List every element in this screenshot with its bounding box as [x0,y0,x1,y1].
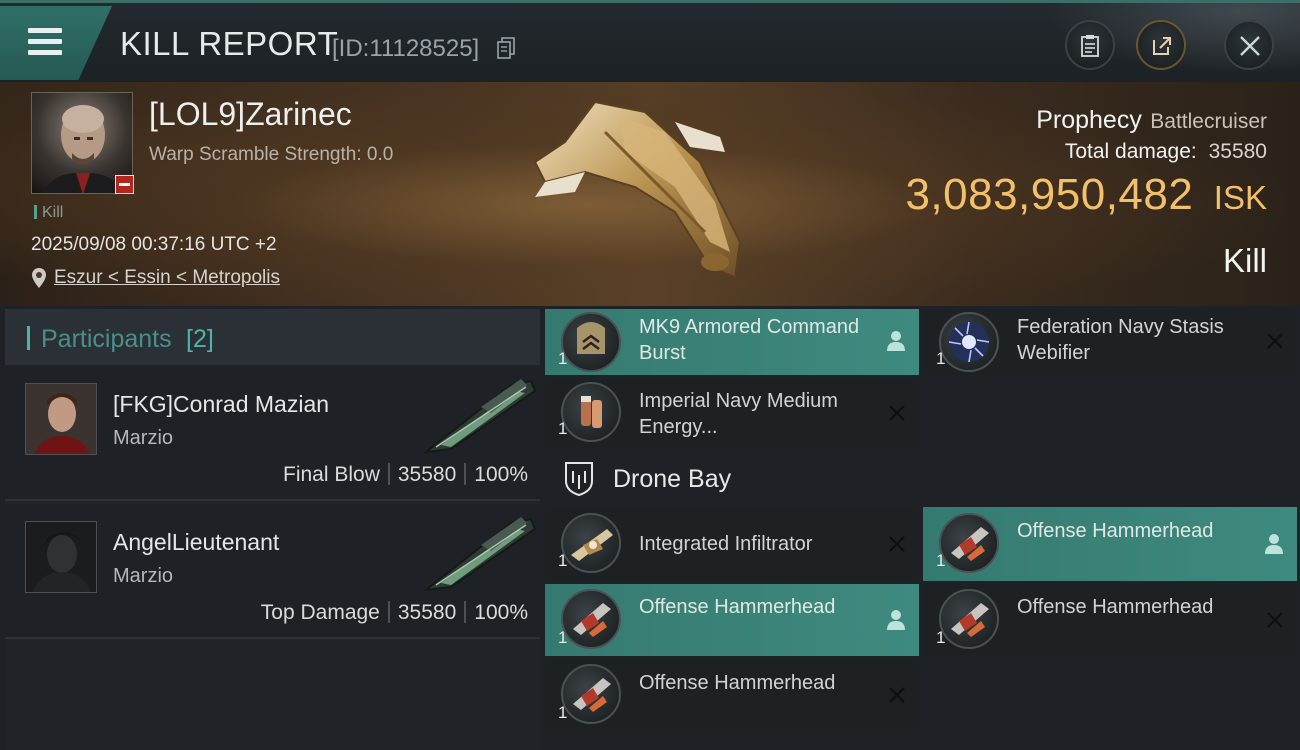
menu-button[interactable] [0,6,112,80]
item-name: Integrated Infiltrator [639,533,813,555]
item-quantity: 1 [936,349,946,368]
total-damage-value: 35580 [1208,140,1267,163]
item-name: Offense Hammerhead [1017,520,1214,542]
participant-role: Top Damage [260,601,380,624]
dropped-person-icon [1265,534,1283,554]
menu-icon [28,28,62,56]
hammerhead-drone-icon [561,664,621,724]
participant-ship-image [422,379,537,454]
participant-damage: 35580 [397,463,457,486]
participant-name[interactable]: AngelLieutenant [113,529,279,556]
hammerhead-drone-icon [939,513,999,573]
item-quantity: 1 [936,551,946,570]
participant-damage: 35580 [397,601,457,624]
drone-tile[interactable]: 1 Offense Hammerhead [923,584,1297,656]
participant-stats: Final Blow 35580 100% [283,463,528,487]
report-id: [ID:11128525] [332,35,480,62]
item-name: Offense Hammerhead [639,596,836,618]
page-title: KILL REPORT [120,25,339,62]
item-quantity: 1 [558,551,568,570]
participant-ship: Marzio [113,427,174,449]
module-tile[interactable]: 1 Federation Navy Stasis Webifier [923,309,1297,375]
clipboard-icon [1081,35,1099,57]
destroyed-x-icon [1267,612,1283,628]
location-pin-icon [32,268,46,288]
share-icon [1153,37,1171,55]
participant-percent: 100% [474,463,528,486]
victim-ship-class: Battlecruiser [1150,110,1267,133]
isk-unit: ISK [1213,179,1267,216]
result-type: Kill [1222,242,1267,279]
total-damage: Total damage: 35580 [1065,140,1267,164]
hostile-badge [115,175,134,194]
destroyed-x-icon [889,536,905,552]
copy-icon[interactable] [497,37,515,59]
command-burst-icon [561,312,621,372]
victim-ship-name[interactable]: Prophecy [1036,106,1142,134]
close-icon [1240,36,1260,56]
infiltrator-drone-icon [561,513,621,573]
drone-tile[interactable]: 1 Offense Hammerhead [923,507,1297,581]
item-quantity: 1 [936,628,946,647]
item-name: Federation Navy Stasis Webifier [1017,316,1224,364]
hammerhead-drone-icon [561,589,621,649]
item-quantity: 1 [558,703,568,722]
victim-ship-line: Prophecy Battlecruiser [1036,106,1267,135]
item-name: Offense Hammerhead [639,672,836,694]
victim-name[interactable]: [LOL9]Zarinec [149,96,352,133]
dropped-person-icon [887,331,905,351]
participant-percent: 100% [474,601,528,624]
warp-scramble-strength: Warp Scramble Strength: 0.0 [149,144,394,165]
isk-value: 3,083,950,482 [905,170,1194,219]
participant-avatar[interactable] [25,383,97,455]
drone-tile[interactable]: 1 Offense Hammerhead [545,659,919,731]
hammerhead-drone-icon [939,589,999,649]
item-quantity: 1 [558,349,568,368]
item-quantity: 1 [558,419,568,438]
participant-avatar[interactable] [25,521,97,593]
stasis-webifier-icon [939,312,999,372]
participants-header: Participants [2] [5,309,540,365]
participants-count: [2] [186,325,214,353]
top-bar: KILL REPORT [ID:11128525] [0,0,1300,85]
participant-row[interactable]: AngelLieutenant Marzio Top Damage 35580 10… [5,505,540,639]
item-name: Offense Hammerhead [1017,596,1214,618]
participant-role: Final Blow [283,463,380,486]
module-tile[interactable]: 1 MK9 Armored Command Burst [545,309,919,375]
kill-tag: Kill [34,204,63,222]
drone-bay-icon [565,462,593,497]
destroyed-x-icon [1267,333,1283,349]
item-name: MK9 Armored Command Burst [639,316,860,364]
location-link[interactable]: Eszur < Essin < Metropolis [54,267,280,289]
participants-title: Participants [41,325,172,353]
drone-tile[interactable]: 1 Integrated Infiltrator [545,507,919,581]
participant-stats: Top Damage 35580 100% [261,601,528,625]
participant-row[interactable]: [FKG]Conrad Mazian Marzio Final Blow 3558… [5,367,540,501]
close-button[interactable] [1224,20,1274,70]
drone-bay-title: Drone Bay [613,465,732,493]
isk-loss: 3,083,950,482 ISK [905,170,1267,220]
item-quantity: 1 [558,628,568,647]
participant-ship: Marzio [113,565,174,587]
kill-datetime: 2025/09/08 00:37:16 UTC +2 [31,234,277,255]
energy-charge-icon [561,382,621,442]
item-name: Imperial Navy Medium Energy... [639,390,838,438]
dropped-person-icon [887,610,905,630]
destroyed-x-icon [889,687,905,703]
participant-ship-image [422,517,537,592]
destroyed-x-icon [889,405,905,421]
participant-name[interactable]: [FKG]Conrad Mazian [113,391,329,418]
total-damage-label: Total damage: [1064,140,1197,163]
drone-tile[interactable]: 1 Offense Hammerhead [545,584,919,656]
share-button[interactable] [1136,20,1186,70]
victim-ship-image [533,100,742,279]
clipboard-button[interactable] [1065,20,1115,70]
victim-banner: [LOL9]Zarinec Warp Scramble Strength: 0.… [0,82,1300,306]
participants-panel: Participants [2] [FKG]Conrad Mazian Marz… [5,309,540,750]
module-tile[interactable]: 1 Imperial Navy Medium Energy... [545,379,919,449]
